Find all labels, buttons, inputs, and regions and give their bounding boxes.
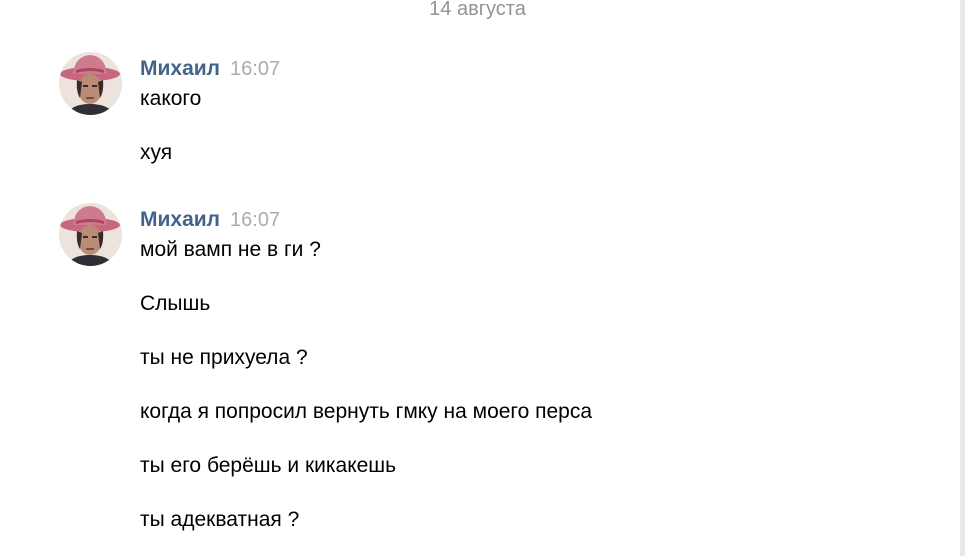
message-text: ты адекватная ? <box>140 508 300 531</box>
avatar-photo-icon <box>59 203 122 266</box>
message-text: ты его берёшь и кикакешь <box>140 454 397 477</box>
message-text: какого <box>140 87 202 110</box>
message-text: мой вамп не в ги ? <box>140 238 321 261</box>
message-header: Михаил 16:07 <box>140 208 280 232</box>
message-group: Михаил 16:07 какого хуя <box>0 52 955 182</box>
date-separator: 14 августа <box>429 0 526 20</box>
author-name[interactable]: Михаил <box>140 208 220 231</box>
message-group: Михаил 16:07 мой вамп не в ги ? Слышь ты … <box>0 203 955 556</box>
avatar[interactable] <box>59 52 122 115</box>
message-text: ты не прихуела ? <box>140 346 308 369</box>
avatar[interactable] <box>59 203 122 266</box>
scrollbar-track[interactable] <box>960 0 965 556</box>
message-history: 14 августа Михаил 16:07 какого хуя Михаи… <box>0 0 960 556</box>
message-time[interactable]: 16:07 <box>230 209 280 231</box>
message-header: Михаил 16:07 <box>140 57 280 81</box>
message-text: когда я попросил вернуть гмку на моего п… <box>140 400 593 423</box>
message-time[interactable]: 16:07 <box>230 58 280 80</box>
message-text: Слышь <box>140 292 211 315</box>
message-text: хуя <box>140 141 173 164</box>
avatar-photo-icon <box>59 52 122 115</box>
author-name[interactable]: Михаил <box>140 57 220 80</box>
